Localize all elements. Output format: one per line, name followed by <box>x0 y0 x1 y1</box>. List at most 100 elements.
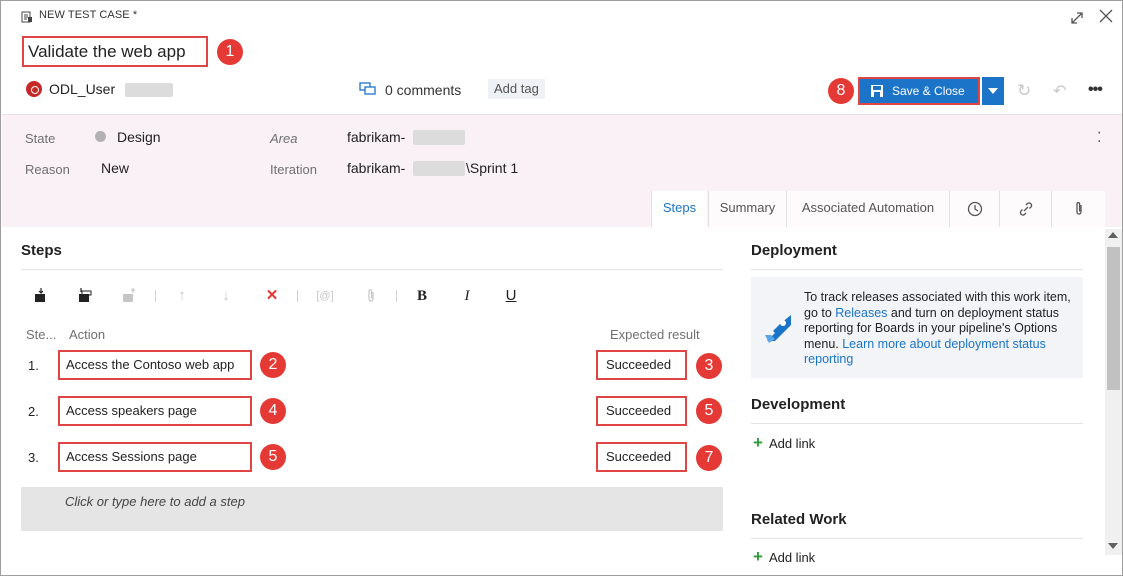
step-action-text: Access Sessions page <box>66 449 197 464</box>
tab-attachments[interactable] <box>1051 191 1105 227</box>
callout-badge: 2 <box>260 352 286 378</box>
scroll-up-icon[interactable] <box>1108 232 1118 238</box>
insert-shared-steps-icon[interactable] <box>76 287 94 305</box>
step-action-field[interactable]: Access the Contoso web app <box>58 350 252 380</box>
deployment-title: Deployment <box>751 242 837 259</box>
save-icon <box>871 85 883 97</box>
callout-badge: 4 <box>260 398 286 424</box>
step-expected-field[interactable]: Succeeded <box>596 442 687 472</box>
step-expected-text: Succeeded <box>606 403 672 418</box>
move-down-icon[interactable]: ↓ <box>217 287 235 305</box>
attachment-icon <box>1075 202 1082 215</box>
state-field[interactable]: Design <box>117 129 161 145</box>
step-expected-field[interactable]: Succeeded <box>596 350 687 380</box>
field-more-icon[interactable]: ⁚ <box>1097 129 1101 146</box>
divider <box>751 269 1083 270</box>
tab-associated-automation[interactable]: Associated Automation <box>786 191 949 227</box>
iteration-field-prefix[interactable]: fabrikam- <box>347 160 405 176</box>
test-case-icon <box>21 11 32 23</box>
state-indicator <box>95 131 106 142</box>
divider <box>751 538 1083 539</box>
tab-summary[interactable]: Summary <box>708 191 786 227</box>
redacted-text <box>125 83 173 97</box>
callout-badge: 8 <box>828 78 854 104</box>
column-header-action: Action <box>69 327 106 342</box>
title-text: Validate the web app <box>28 42 186 61</box>
reason-field[interactable]: New <box>101 160 129 176</box>
area-label: Area <box>270 131 298 146</box>
delete-step-icon[interactable]: ✕ <box>263 287 281 305</box>
comments-count[interactable]: 0 comments <box>385 82 461 98</box>
italic-icon[interactable]: I <box>458 287 476 305</box>
step-expected-text: Succeeded <box>606 449 672 464</box>
plus-icon: + <box>753 547 763 566</box>
insert-step-icon[interactable] <box>32 287 50 305</box>
step-number: 1. <box>28 358 39 373</box>
assigned-user-name[interactable]: ODL_User <box>49 81 115 97</box>
column-header-expected: Expected result <box>610 327 700 342</box>
add-link-label: Add link <box>768 436 816 451</box>
callout-badge: 5 <box>260 444 286 470</box>
deployment-message: To track releases associated with this w… <box>804 290 1076 368</box>
parameter-icon[interactable]: [@] <box>316 287 334 305</box>
step-action-field[interactable]: Access Sessions page <box>58 442 252 472</box>
step-action-field[interactable]: Access speakers page <box>58 396 252 426</box>
step-action-text: Access the Contoso web app <box>66 357 235 372</box>
redacted-text <box>413 130 465 145</box>
development-title: Development <box>751 396 846 413</box>
add-link-label: Add link <box>768 550 816 565</box>
releases-link[interactable]: Releases <box>835 306 887 320</box>
callout-badge: 3 <box>696 353 722 379</box>
save-options-dropdown[interactable] <box>982 77 1004 105</box>
step-number: 2. <box>28 404 39 419</box>
avatar[interactable] <box>26 81 42 97</box>
comments-icon[interactable] <box>359 81 377 97</box>
tab-links[interactable] <box>999 191 1051 227</box>
undo-icon[interactable]: ↶ <box>1053 81 1066 101</box>
area-field[interactable]: fabrikam- <box>347 129 405 145</box>
iteration-label: Iteration <box>270 162 317 177</box>
callout-badge: 1 <box>217 39 243 65</box>
toolbar-separator <box>297 290 298 302</box>
pipelines-icon <box>765 315 791 343</box>
history-icon <box>967 201 982 217</box>
create-shared-steps-icon[interactable] <box>120 287 138 305</box>
scroll-down-icon[interactable] <box>1108 543 1118 549</box>
add-step-placeholder: Click or type here to add a step <box>65 494 245 509</box>
development-add-link[interactable]: + Add link <box>753 433 815 453</box>
callout-badge: 7 <box>696 445 722 471</box>
add-tag-button[interactable]: Add tag <box>488 79 545 99</box>
bold-icon[interactable]: B <box>413 287 431 305</box>
link-icon <box>1019 202 1032 216</box>
related-work-title: Related Work <box>751 511 847 528</box>
more-actions-icon[interactable]: ••• <box>1088 81 1103 99</box>
plus-icon: + <box>753 433 763 452</box>
save-close-label: Save & Close <box>892 84 965 98</box>
toolbar-separator <box>396 290 397 302</box>
save-close-button[interactable]: Save & Close <box>858 77 980 105</box>
iteration-field-suffix[interactable]: \Sprint 1 <box>466 160 518 176</box>
underline-icon[interactable]: U <box>502 287 520 305</box>
expand-icon[interactable] <box>1069 10 1085 26</box>
move-up-icon[interactable]: ↑ <box>173 287 191 305</box>
toolbar-separator <box>155 290 156 302</box>
reason-label: Reason <box>25 162 70 177</box>
step-expected-text: Succeeded <box>606 357 672 372</box>
step-number: 3. <box>28 450 39 465</box>
step-action-text: Access speakers page <box>66 403 197 418</box>
column-header-step: Ste... <box>26 327 57 342</box>
attachment-icon[interactable] <box>362 287 380 305</box>
tab-steps[interactable]: Steps <box>651 191 707 227</box>
title-input[interactable]: Validate the web app <box>22 36 208 67</box>
redacted-text <box>413 161 465 176</box>
callout-badge: 5 <box>696 398 722 424</box>
tab-history[interactable] <box>949 191 999 227</box>
related-work-add-link[interactable]: + Add link <box>753 547 815 567</box>
scrollbar-thumb[interactable] <box>1107 247 1120 390</box>
state-label: State <box>25 131 56 146</box>
step-expected-field[interactable]: Succeeded <box>596 396 687 426</box>
refresh-icon[interactable]: ↻ <box>1017 81 1031 101</box>
work-item-form: NEW TEST CASE * Validate the web app 1 O… <box>0 0 1123 576</box>
close-icon[interactable] <box>1098 8 1114 24</box>
add-step-area[interactable]: Click or type here to add a step <box>21 487 723 531</box>
